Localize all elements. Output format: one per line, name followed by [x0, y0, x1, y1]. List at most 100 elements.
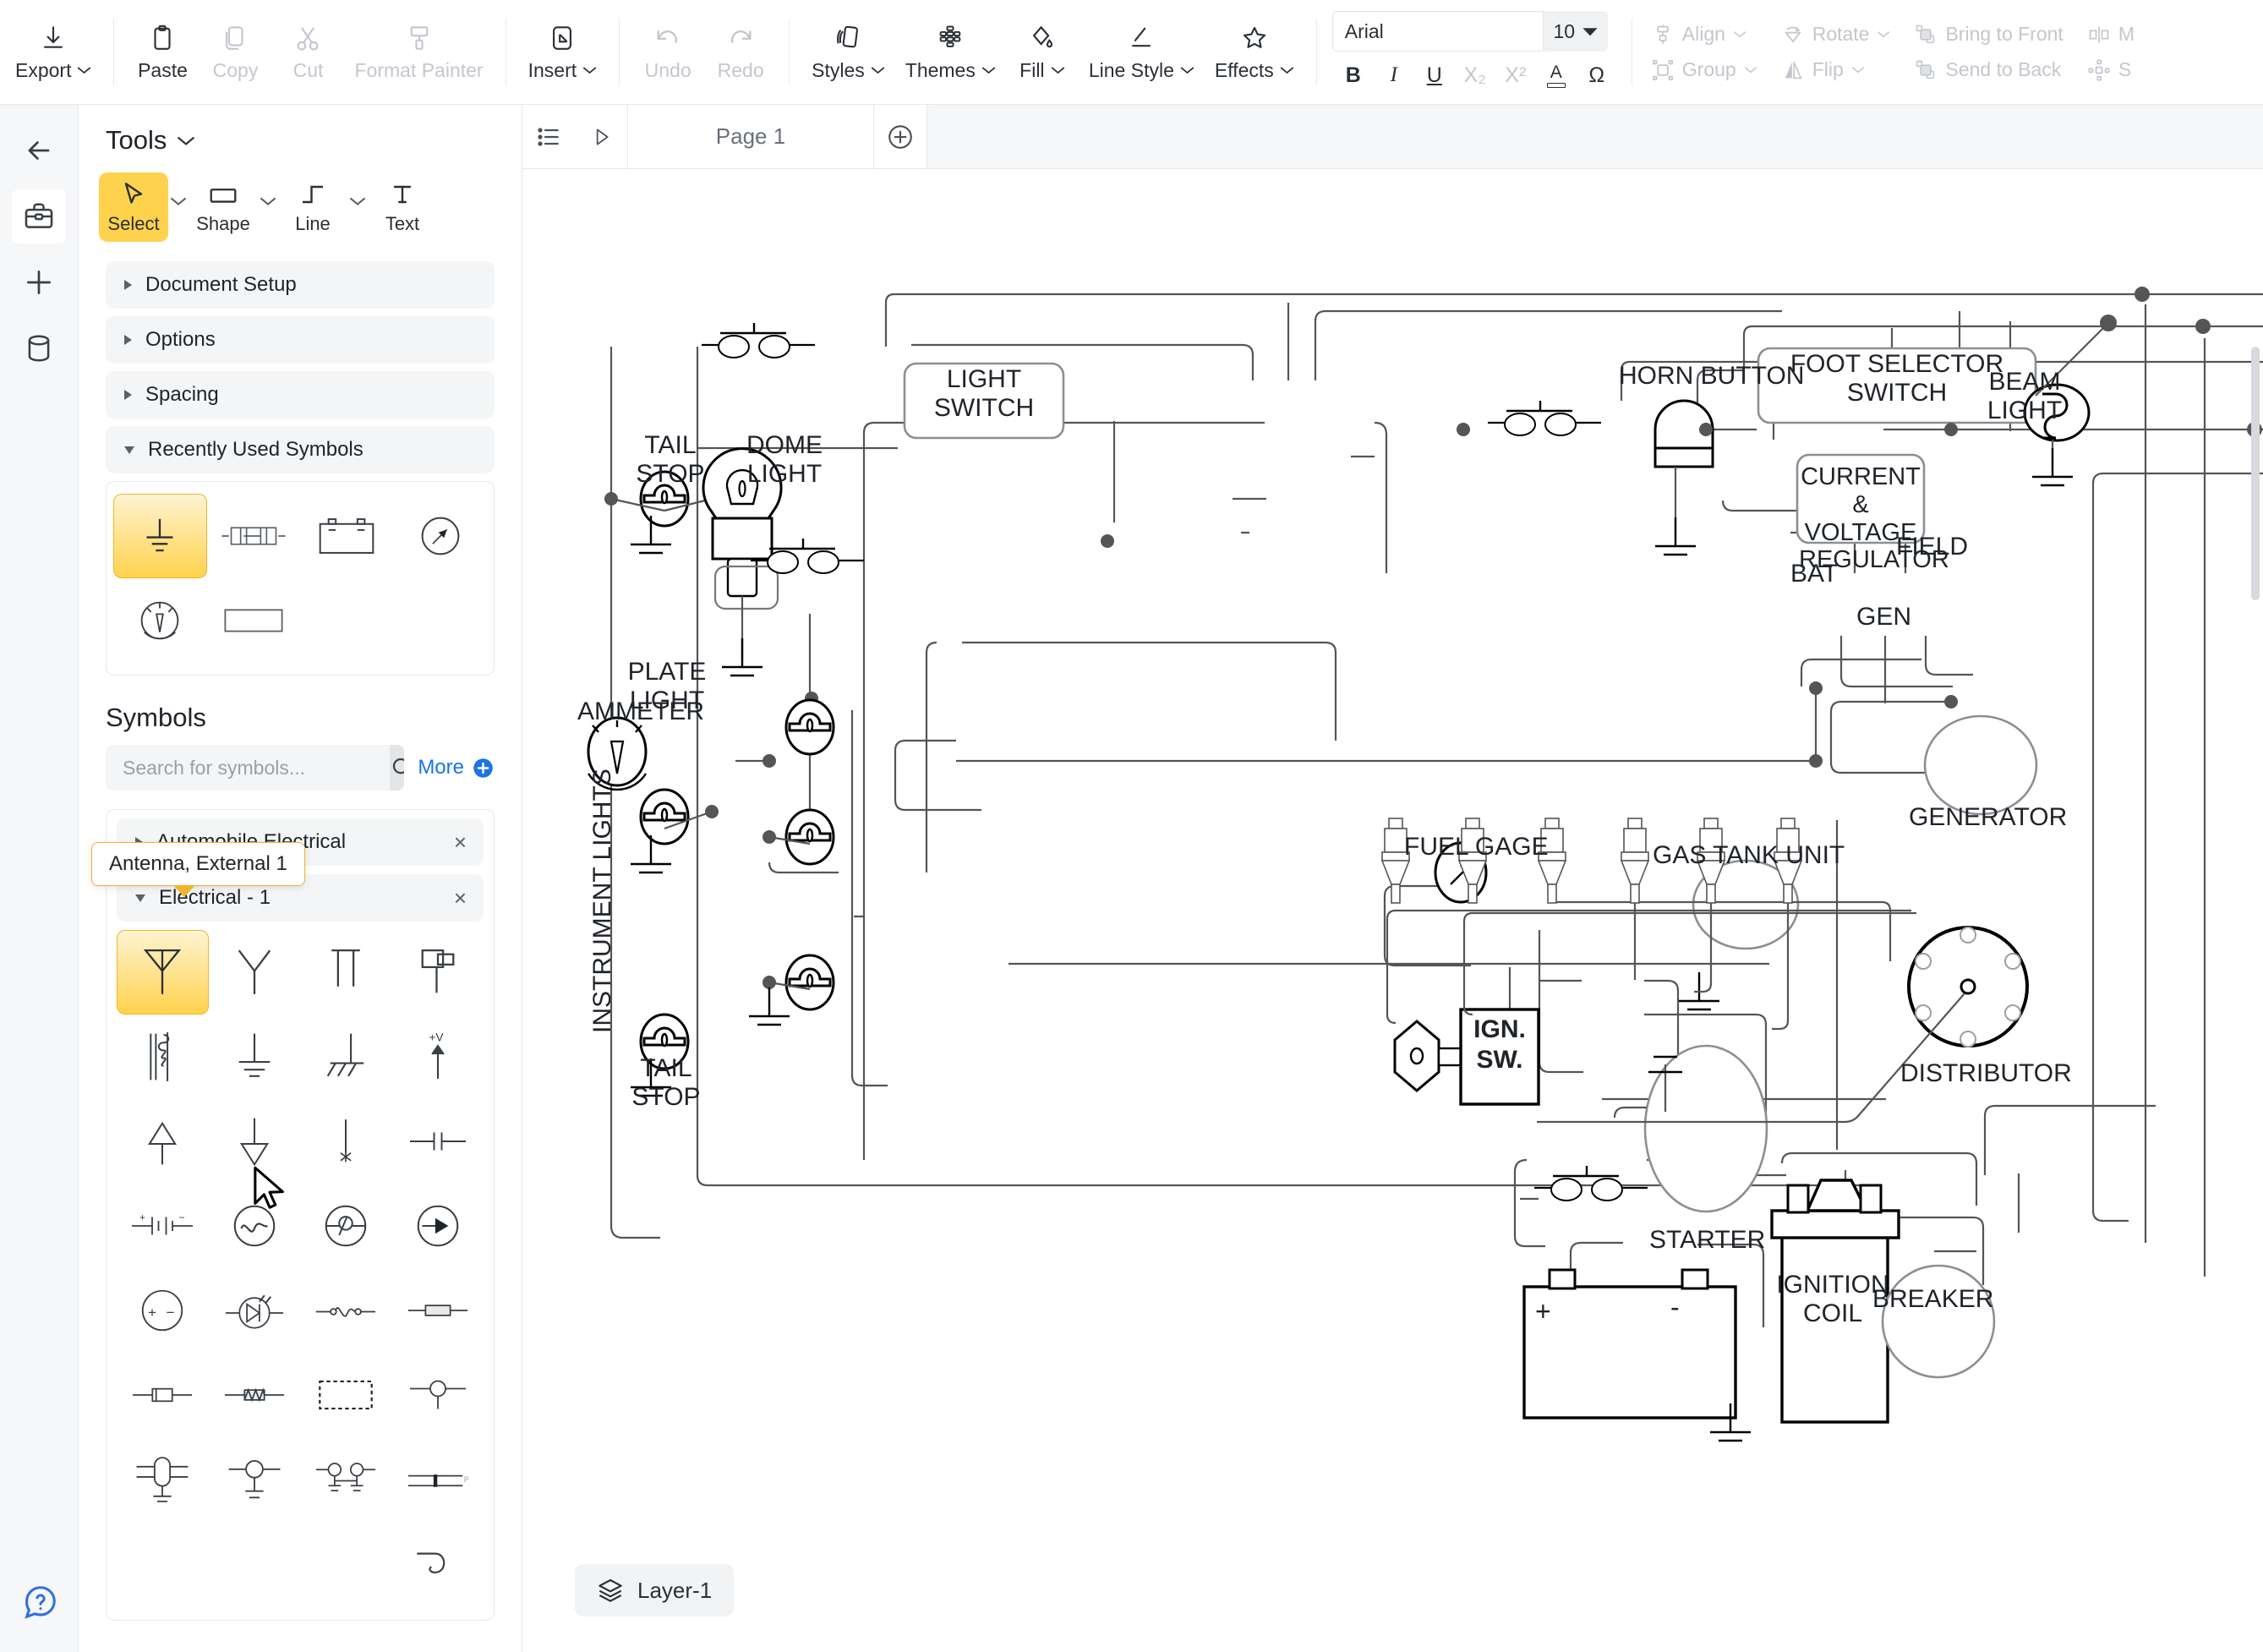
symbol-busbar[interactable]: P — [392, 1437, 484, 1522]
symbol-motor[interactable] — [300, 1184, 392, 1268]
add-button[interactable] — [12, 255, 66, 309]
symbol-lamp-inline[interactable] — [392, 1353, 484, 1437]
recent-symbol-capacitor[interactable] — [207, 494, 301, 578]
symbol-led-diode[interactable] — [209, 1268, 301, 1353]
group-button[interactable]: Group — [1643, 54, 1766, 86]
symbol-antenna-loop[interactable] — [300, 930, 392, 1015]
diagram-canvas[interactable]: LIGHT SWITCH HORN BUTTON FOOT SELECTOR SWI… — [522, 169, 2263, 1652]
symbol-antenna-external[interactable] — [117, 930, 209, 1015]
underline-button[interactable]: U — [1415, 57, 1454, 93]
symbol-ac-source[interactable] — [209, 1184, 301, 1268]
insert-button[interactable]: Insert — [518, 0, 608, 104]
symbol-antenna-dipole[interactable] — [209, 930, 301, 1015]
tool-line[interactable]: Line — [278, 172, 347, 242]
back-button[interactable] — [12, 123, 66, 178]
toolbox-button[interactable] — [12, 189, 66, 243]
font-family-input[interactable] — [1331, 11, 1544, 52]
undo-button[interactable]: Undo — [631, 0, 704, 104]
add-page-button[interactable] — [874, 105, 927, 168]
symbol-fuse-wire[interactable] — [300, 1268, 392, 1353]
align-button[interactable]: Align — [1643, 19, 1766, 51]
symbol-capacitor-fixed[interactable] — [392, 1099, 484, 1184]
bold-button[interactable]: B — [1334, 57, 1373, 93]
effects-button[interactable]: Effects — [1205, 0, 1304, 104]
redo-button[interactable]: Redo — [704, 0, 777, 104]
current-source-symbol — [417, 1205, 459, 1247]
symbol-coil-inductor[interactable] — [117, 1015, 209, 1099]
symbol-empty-b — [209, 1522, 301, 1606]
page-tab-1[interactable]: Page 1 — [628, 105, 873, 168]
symbol-signal-source-up[interactable] — [117, 1099, 209, 1184]
accordion-spacing[interactable]: Spacing — [106, 371, 495, 418]
symbol-signal-source-down[interactable] — [209, 1099, 301, 1184]
page-next-button[interactable] — [575, 105, 627, 168]
subscript-button[interactable]: X₂ — [1456, 57, 1495, 93]
bring-to-front-button[interactable]: Bring to Front — [1905, 19, 2071, 51]
fill-button[interactable]: Fill — [1006, 0, 1079, 104]
recent-symbol-ground[interactable] — [113, 494, 207, 578]
match-size-button[interactable]: M — [2079, 19, 2143, 51]
symbol-resistor-box[interactable] — [117, 1353, 209, 1437]
font-size-select[interactable]: 10 — [1543, 11, 1608, 52]
tool-line-caret[interactable] — [349, 172, 366, 206]
flip-button[interactable]: Flip — [1773, 54, 1899, 86]
tool-text[interactable]: Text — [368, 172, 437, 242]
superscript-button[interactable]: X² — [1496, 57, 1535, 93]
text-color-button[interactable]: A — [1537, 57, 1576, 93]
paste-button[interactable]: Paste — [126, 0, 199, 104]
data-button[interactable] — [12, 321, 66, 375]
recent-symbol-gage[interactable] — [394, 494, 488, 578]
symbol-positive-supply[interactable]: +V — [392, 1015, 484, 1099]
space-evenly-button[interactable]: S — [2079, 54, 2143, 86]
accordion-recently-used-symbols[interactable]: Recently Used Symbols — [106, 426, 495, 473]
library-close-icon[interactable]: × — [454, 831, 467, 853]
recent-symbol-ammeter[interactable] — [113, 578, 207, 663]
recent-symbol-rectangle[interactable] — [207, 578, 301, 663]
styles-button[interactable]: Styles — [801, 0, 895, 104]
export-button[interactable]: Export — [5, 0, 101, 104]
copy-button[interactable]: Copy — [199, 0, 271, 104]
italic-button[interactable]: I — [1375, 57, 1413, 93]
symbol-lamp-ground[interactable] — [209, 1437, 301, 1522]
line-style-button[interactable]: Line Style — [1079, 0, 1205, 104]
symbol-capsule-ground[interactable] — [117, 1437, 209, 1522]
tool-shape-caret[interactable] — [260, 172, 276, 206]
tool-select[interactable]: Select — [99, 172, 168, 242]
symbol-resistor-zigzag[interactable] — [209, 1353, 301, 1437]
accordion-options[interactable]: Options — [106, 316, 495, 364]
page-list-button[interactable] — [522, 105, 575, 168]
panel-title[interactable]: Tools — [79, 105, 522, 167]
symbol-dc-source[interactable]: + − — [117, 1268, 209, 1353]
rotate-button[interactable]: Rotate — [1773, 19, 1899, 51]
symbol-earth-ground[interactable] — [209, 1015, 301, 1099]
tool-select-caret[interactable] — [170, 172, 187, 206]
help-button[interactable] — [14, 1576, 66, 1628]
library-close-icon[interactable]: × — [454, 887, 467, 909]
space-evenly-icon — [2088, 58, 2110, 81]
symbol-search-button[interactable] — [390, 745, 405, 790]
tool-shape[interactable]: Shape — [189, 172, 258, 242]
accordion-document-setup[interactable]: Document Setup — [106, 261, 495, 309]
symbol-dashed-box[interactable] — [300, 1353, 392, 1437]
recent-symbol-battery[interactable] — [300, 494, 394, 578]
symbol-tooltip: Antenna, External 1 — [91, 842, 305, 897]
symbol-button[interactable]: Ω — [1577, 57, 1616, 93]
symbol-wire-loop[interactable] — [392, 1522, 484, 1606]
symbol-search-input[interactable] — [106, 745, 390, 790]
text-color-label: A — [1550, 62, 1562, 82]
library-electrical-1[interactable]: Electrical - 1 × Antenna, External 1 — [91, 842, 484, 922]
themes-button[interactable]: Themes — [895, 0, 1006, 104]
send-to-back-button[interactable]: Send to Back — [1905, 54, 2071, 86]
symbol-fuse-block[interactable] — [392, 1268, 484, 1353]
symbol-test-point[interactable] — [300, 1099, 392, 1184]
symbol-dual-lamp-ground[interactable] — [300, 1437, 392, 1522]
more-symbols-link[interactable]: More — [418, 756, 495, 780]
format-painter-button[interactable]: Format Painter — [344, 0, 493, 104]
symbol-chassis-ground[interactable] — [300, 1015, 392, 1099]
symbol-battery-cell[interactable]: + − — [117, 1184, 209, 1268]
cut-button[interactable]: Cut — [271, 0, 344, 104]
symbol-antenna-counterpoise[interactable] — [392, 930, 484, 1015]
canvas-vertical-scrollbar[interactable] — [2251, 347, 2260, 600]
symbol-current-source[interactable] — [392, 1184, 484, 1268]
layer-chip[interactable]: Layer-1 — [575, 1564, 735, 1616]
